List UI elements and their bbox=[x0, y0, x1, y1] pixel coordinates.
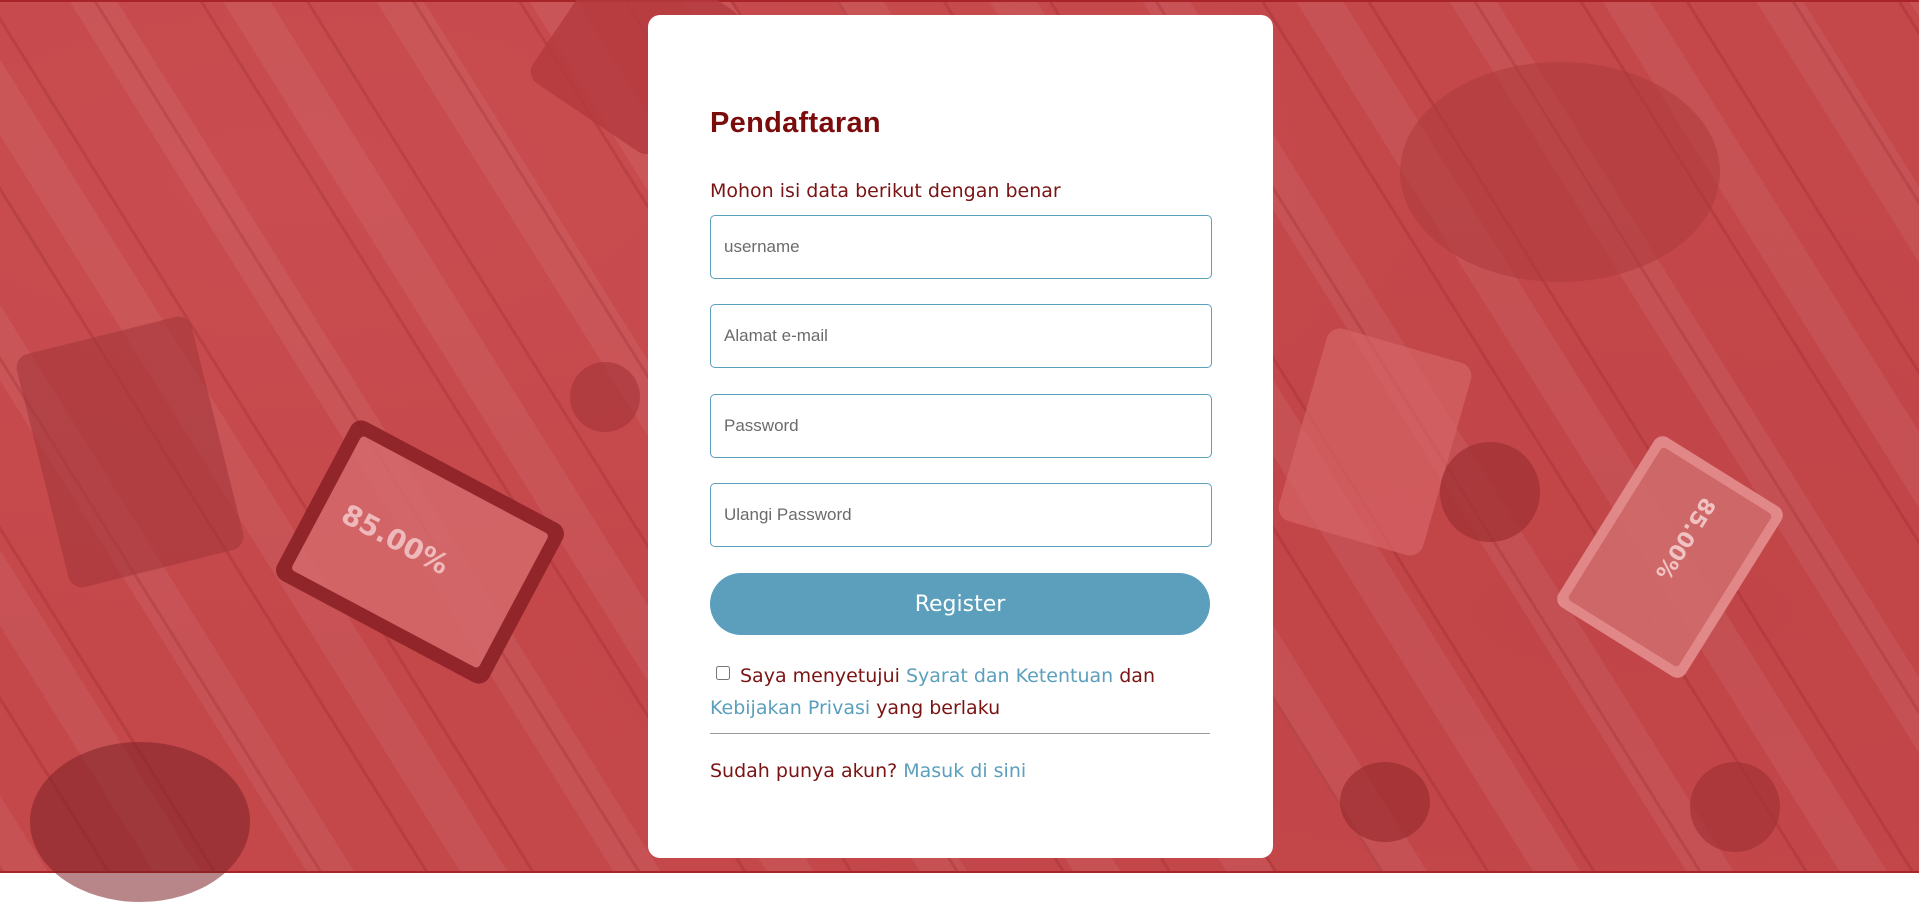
terms-suffix-text: yang berlaku bbox=[876, 697, 1001, 719]
background-tablet: 85.00% bbox=[1553, 432, 1787, 682]
terms-checkbox[interactable] bbox=[716, 666, 730, 680]
background-tablet: 85.00% bbox=[271, 416, 569, 688]
background-tablet-text: 85.00% bbox=[1650, 492, 1720, 584]
password-input[interactable] bbox=[710, 394, 1212, 458]
terms-middle-text: dan bbox=[1119, 665, 1155, 687]
register-button[interactable]: Register bbox=[710, 573, 1210, 635]
login-link[interactable]: Masuk di sini bbox=[903, 760, 1026, 782]
divider bbox=[710, 733, 1210, 734]
email-input[interactable] bbox=[710, 304, 1212, 368]
background-person bbox=[1400, 62, 1720, 282]
background-plant bbox=[570, 362, 640, 432]
background-plant bbox=[1340, 762, 1430, 842]
privacy-link[interactable]: Kebijakan Privasi bbox=[710, 697, 870, 719]
background-book bbox=[1275, 325, 1475, 559]
register-card: Pendaftaran Mohon isi data berikut denga… bbox=[648, 15, 1273, 858]
background-tablet-screen: 85.00% bbox=[290, 435, 550, 669]
background-tablet-screen: 85.00% bbox=[1567, 446, 1773, 668]
login-prompt: Sudah punya akun? Masuk di sini bbox=[710, 760, 1026, 782]
terms-prefix-text: Saya menyetujui bbox=[740, 665, 900, 687]
background-person bbox=[30, 742, 250, 902]
terms-agreement: Saya menyetujui Syarat dan Ketentuan dan… bbox=[710, 660, 1210, 724]
username-input[interactable] bbox=[710, 215, 1212, 279]
background-cup bbox=[1440, 442, 1540, 542]
background-tablet-text: 85.00% bbox=[336, 497, 455, 582]
confirm-password-input[interactable] bbox=[710, 483, 1212, 547]
page-title: Pendaftaran bbox=[710, 107, 881, 139]
login-prompt-text: Sudah punya akun? bbox=[710, 760, 898, 782]
form-subtitle: Mohon isi data berikut dengan benar bbox=[710, 180, 1061, 202]
background-cup bbox=[1690, 762, 1780, 852]
background-notebook bbox=[13, 313, 247, 591]
terms-link[interactable]: Syarat dan Ketentuan bbox=[906, 665, 1113, 687]
